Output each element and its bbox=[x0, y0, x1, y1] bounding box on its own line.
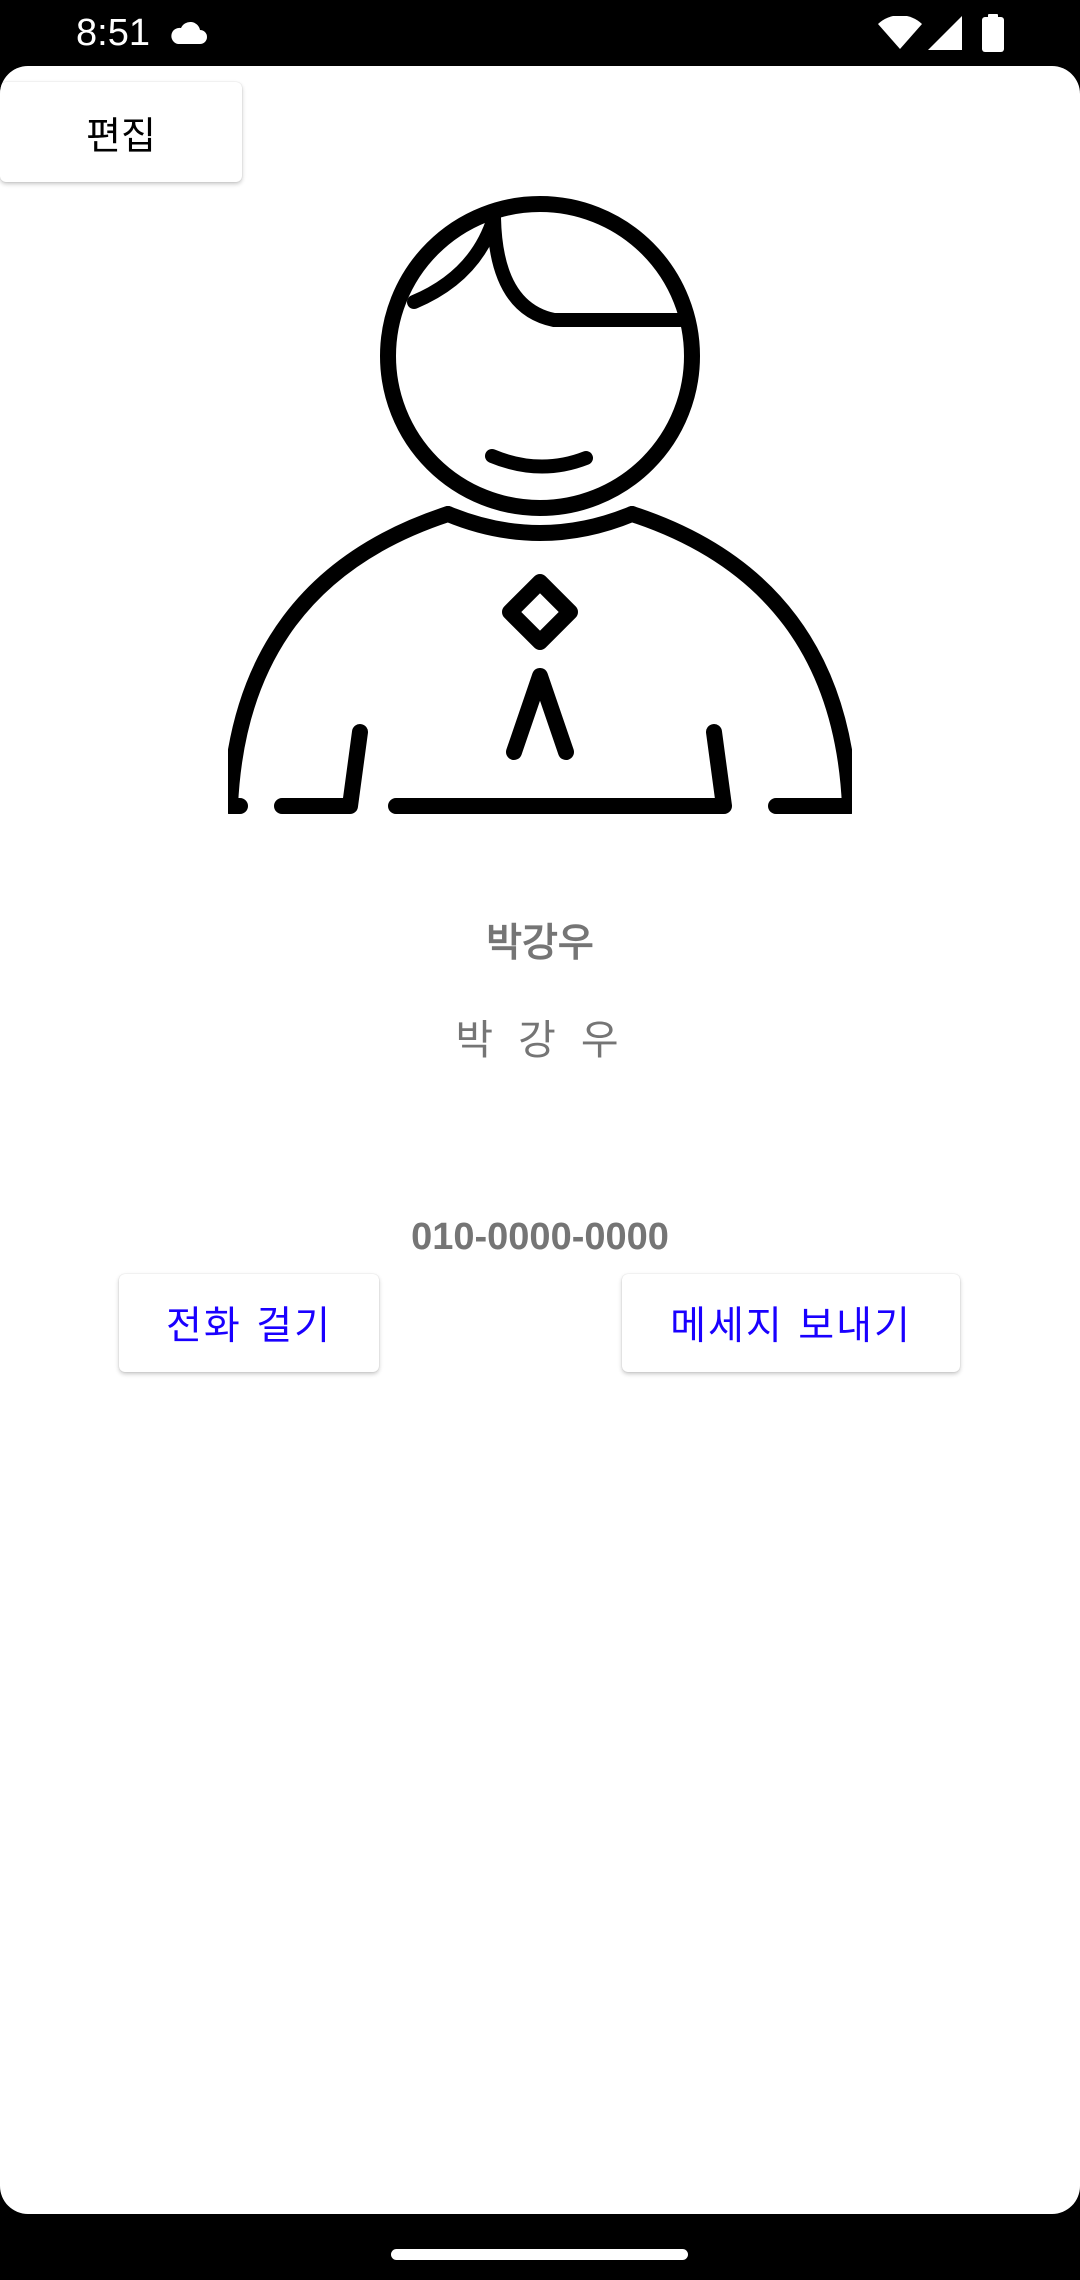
status-bar: 8:51 bbox=[0, 0, 1080, 66]
call-button[interactable]: 전화 걸기 bbox=[119, 1274, 379, 1372]
phone-number: 010-0000-0000 bbox=[411, 1216, 669, 1258]
person-avatar-icon bbox=[222, 196, 858, 822]
navigation-bar bbox=[0, 2214, 1080, 2280]
status-time: 8:51 bbox=[76, 12, 150, 54]
contact-detail-screen: 8:51 편집 박강우 박 강 우 010-0000-0000 전화 걸기 메세… bbox=[0, 0, 1080, 2280]
battery-icon bbox=[982, 14, 1004, 56]
edit-button[interactable]: 편집 bbox=[0, 82, 242, 182]
home-indicator[interactable] bbox=[391, 2249, 688, 2260]
cloud-icon bbox=[168, 20, 208, 50]
contact-detail-content: 편집 박강우 박 강 우 010-0000-0000 전화 걸기 메세지 보내기 bbox=[0, 66, 1080, 2214]
signal-icon bbox=[928, 16, 962, 54]
contact-name-spaced: 박 강 우 bbox=[455, 1016, 625, 1064]
send-message-button[interactable]: 메세지 보내기 bbox=[622, 1274, 960, 1372]
contact-name: 박강우 bbox=[486, 921, 594, 966]
wifi-icon bbox=[878, 15, 922, 54]
